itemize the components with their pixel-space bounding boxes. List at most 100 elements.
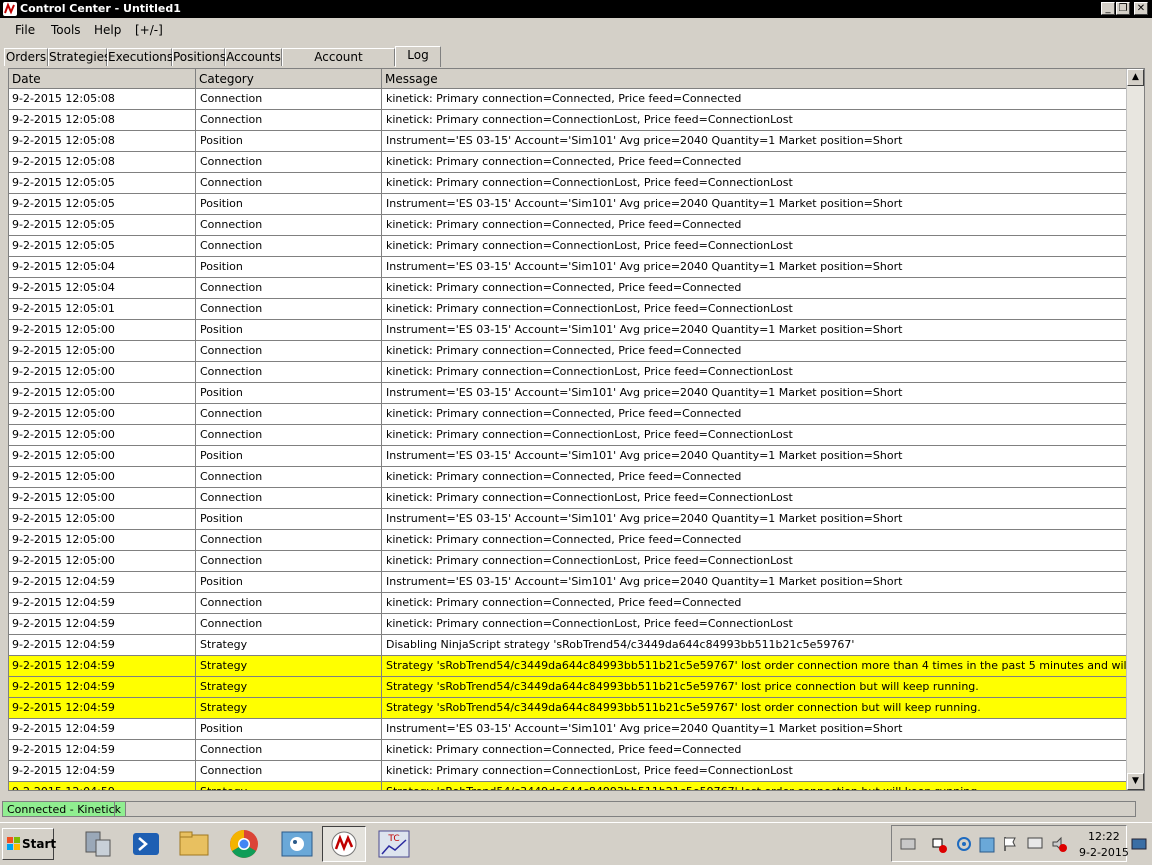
log-message-cell: kinetick: Primary connection=Connected, … xyxy=(382,530,1127,551)
menu-file[interactable]: File xyxy=(15,23,35,37)
log-row[interactable]: 9-2-2015 12:04:59 Position Instrument='ES … xyxy=(9,719,1127,740)
log-message-cell: kinetick: Primary connection=Connected, … xyxy=(382,215,1127,236)
log-row[interactable]: 9-2-2015 12:05:00 Position Instrument='ES … xyxy=(9,509,1127,530)
volume-muted-icon[interactable] xyxy=(1050,836,1068,854)
log-message-cell: Instrument='ES 03-15' Account='Sim101' A… xyxy=(382,509,1127,530)
svg-text:TC: TC xyxy=(387,834,399,844)
log-category-cell: Connection xyxy=(196,89,382,110)
close-button[interactable]: ✕ xyxy=(1134,2,1148,15)
log-row[interactable]: 9-2-2015 12:05:00 Connection kinetick: Pri… xyxy=(9,530,1127,551)
log-date-cell: 9-2-2015 12:05:08 xyxy=(9,152,196,173)
connection-status: Connected - Kinetick xyxy=(2,801,126,817)
log-row[interactable]: 9-2-2015 12:04:59StrategyStrategy 'sRobT… xyxy=(9,698,1127,719)
log-row[interactable]: 9-2-2015 12:05:00 Connection kinetick: Pri… xyxy=(9,551,1127,572)
log-category-cell: Strategy xyxy=(196,698,382,719)
scroll-up-button[interactable]: ▲ xyxy=(1127,69,1144,86)
taskbar-ninjatrader[interactable] xyxy=(322,826,366,862)
log-row[interactable]: 9-2-2015 12:05:04 Position Instrument='ES … xyxy=(9,257,1127,278)
network-icon[interactable] xyxy=(930,836,948,854)
log-category-cell: Position xyxy=(196,194,382,215)
minimize-button[interactable]: _ xyxy=(1101,2,1115,15)
tab-strategies[interactable]: Strategies xyxy=(48,48,110,66)
log-category-cell: Connection xyxy=(196,215,382,236)
log-row[interactable]: 9-2-2015 12:04:59 Connection kinetick: Pri… xyxy=(9,614,1127,635)
start-button[interactable]: Start xyxy=(2,828,56,860)
scroll-down-button[interactable]: ▼ xyxy=(1127,773,1144,790)
log-row[interactable]: 9-2-2015 12:05:08 Connection kinetick: Pri… xyxy=(9,152,1127,173)
log-row[interactable]: 9-2-2015 12:04:59StrategyStrategy 'sRobT… xyxy=(9,656,1127,677)
log-date-cell: 9-2-2015 12:04:59 xyxy=(9,677,196,698)
vertical-scrollbar[interactable]: ▲ ▼ xyxy=(1126,69,1144,790)
log-category-cell: Position xyxy=(196,446,382,467)
log-message-cell: Instrument='ES 03-15' Account='Sim101' A… xyxy=(382,383,1127,404)
log-row[interactable]: 9-2-2015 12:05:04 Connection kinetick: Pri… xyxy=(9,278,1127,299)
menu-bar: File Tools Help [+/-] xyxy=(0,18,1152,42)
status-panel xyxy=(114,801,1136,817)
log-row[interactable]: 9-2-2015 12:04:59 Strategy Disabling Ninja… xyxy=(9,635,1127,656)
log-row[interactable]: 9-2-2015 12:05:08 Connection kinetick: Pri… xyxy=(9,110,1127,131)
menu-expand[interactable]: [+/-] xyxy=(135,23,163,37)
log-date-cell: 9-2-2015 12:05:00 xyxy=(9,383,196,404)
monitor-icon[interactable] xyxy=(1026,836,1044,852)
taskbar-server-manager[interactable] xyxy=(76,826,120,862)
taskbar-chrome[interactable] xyxy=(222,826,266,862)
flag-icon[interactable] xyxy=(1002,835,1018,853)
log-row[interactable]: 9-2-2015 12:05:00 Connection kinetick: Pri… xyxy=(9,425,1127,446)
clock-date[interactable]: 9-2-2015 xyxy=(1079,846,1129,859)
log-row[interactable]: 9-2-2015 12:04:59 Connection kinetick: Pri… xyxy=(9,761,1127,782)
log-row[interactable]: 9-2-2015 12:05:00 Position Instrument='ES … xyxy=(9,320,1127,341)
log-row[interactable]: 9-2-2015 12:04:59 Connection kinetick: Pri… xyxy=(9,740,1127,761)
show-desktop-icon[interactable] xyxy=(1131,837,1147,851)
log-message-cell: kinetick: Primary connection=Connected, … xyxy=(382,467,1127,488)
taskbar-tc-chart[interactable]: TC xyxy=(372,826,416,862)
log-row[interactable]: 9-2-2015 12:05:08 Connection kinetick: Pri… xyxy=(9,89,1127,110)
tab-accounts[interactable]: Accounts xyxy=(225,48,282,66)
log-row[interactable]: 9-2-2015 12:05:00 Connection kinetick: Pri… xyxy=(9,488,1127,509)
menu-tools[interactable]: Tools xyxy=(51,23,81,37)
log-row[interactable]: 9-2-2015 12:05:00 Connection kinetick: Pri… xyxy=(9,467,1127,488)
log-row[interactable]: 9-2-2015 12:05:08 Position Instrument='ES … xyxy=(9,131,1127,152)
column-header-date[interactable]: Date xyxy=(9,69,196,89)
log-category-cell: Position xyxy=(196,509,382,530)
circle-status-icon[interactable] xyxy=(956,836,972,852)
log-row[interactable]: 9-2-2015 12:05:00 Connection kinetick: Pri… xyxy=(9,362,1127,383)
log-row[interactable]: 9-2-2015 12:04:59 Position Instrument='ES … xyxy=(9,572,1127,593)
log-row[interactable]: 9-2-2015 12:05:05 Connection kinetick: Pri… xyxy=(9,173,1127,194)
log-row[interactable]: 9-2-2015 12:04:59StrategyStrategy 'sRobT… xyxy=(9,677,1127,698)
taskbar-control-panel[interactable] xyxy=(275,826,319,862)
tab-account-performance[interactable]: Account Performance xyxy=(282,48,395,81)
log-row[interactable]: 9-2-2015 12:05:00 Position Instrument='ES … xyxy=(9,446,1127,467)
log-date-cell: 9-2-2015 12:05:05 xyxy=(9,236,196,257)
server-manager-icon xyxy=(85,831,111,857)
control-panel-tray-icon[interactable] xyxy=(978,836,996,854)
log-row[interactable]: 9-2-2015 12:05:05 Connection kinetick: Pri… xyxy=(9,215,1127,236)
tab-positions[interactable]: Positions xyxy=(172,48,226,66)
log-row[interactable]: 9-2-2015 12:05:00 Connection kinetick: Pri… xyxy=(9,341,1127,362)
column-header-message[interactable]: Message xyxy=(382,69,1127,89)
log-row[interactable]: 9-2-2015 12:05:05 Position Instrument='ES … xyxy=(9,194,1127,215)
log-date-cell: 9-2-2015 12:05:00 xyxy=(9,404,196,425)
log-row[interactable]: 9-2-2015 12:05:00 Connection kinetick: Pri… xyxy=(9,404,1127,425)
tab-executions[interactable]: Executions xyxy=(107,48,173,66)
log-row[interactable]: 9-2-2015 12:05:00 Position Instrument='ES … xyxy=(9,383,1127,404)
tab-orders[interactable]: Orders xyxy=(4,48,48,66)
tab-log[interactable]: Log xyxy=(395,46,441,67)
grid-header: Date Category Message xyxy=(9,69,1127,89)
log-row[interactable]: 9-2-2015 12:05:05 Connection kinetick: Pri… xyxy=(9,236,1127,257)
log-date-cell: 9-2-2015 12:05:08 xyxy=(9,110,196,131)
taskbar-powershell[interactable] xyxy=(124,826,168,862)
log-row[interactable]: 9-2-2015 12:04:59 Connection kinetick: Pri… xyxy=(9,593,1127,614)
taskbar-file-explorer[interactable] xyxy=(172,826,216,862)
menu-help[interactable]: Help xyxy=(94,23,121,37)
log-category-cell: Connection xyxy=(196,614,382,635)
restore-button[interactable]: ❐ xyxy=(1116,2,1130,15)
keyboard-icon[interactable] xyxy=(900,837,916,851)
log-message-cell: Instrument='ES 03-15' Account='Sim101' A… xyxy=(382,131,1127,152)
log-category-cell: Connection xyxy=(196,236,382,257)
clock-time[interactable]: 12:22 xyxy=(1088,830,1120,843)
log-row[interactable]: 9-2-2015 12:04:59StrategyStrategy 'sRobT… xyxy=(9,782,1127,790)
log-row[interactable]: 9-2-2015 12:05:01 Connection kinetick: Pri… xyxy=(9,299,1127,320)
log-message-cell: Strategy 'sRobTrend54/c3449da644c84993bb… xyxy=(382,677,1127,698)
column-header-category[interactable]: Category xyxy=(196,69,382,89)
log-category-cell: Connection xyxy=(196,551,382,572)
